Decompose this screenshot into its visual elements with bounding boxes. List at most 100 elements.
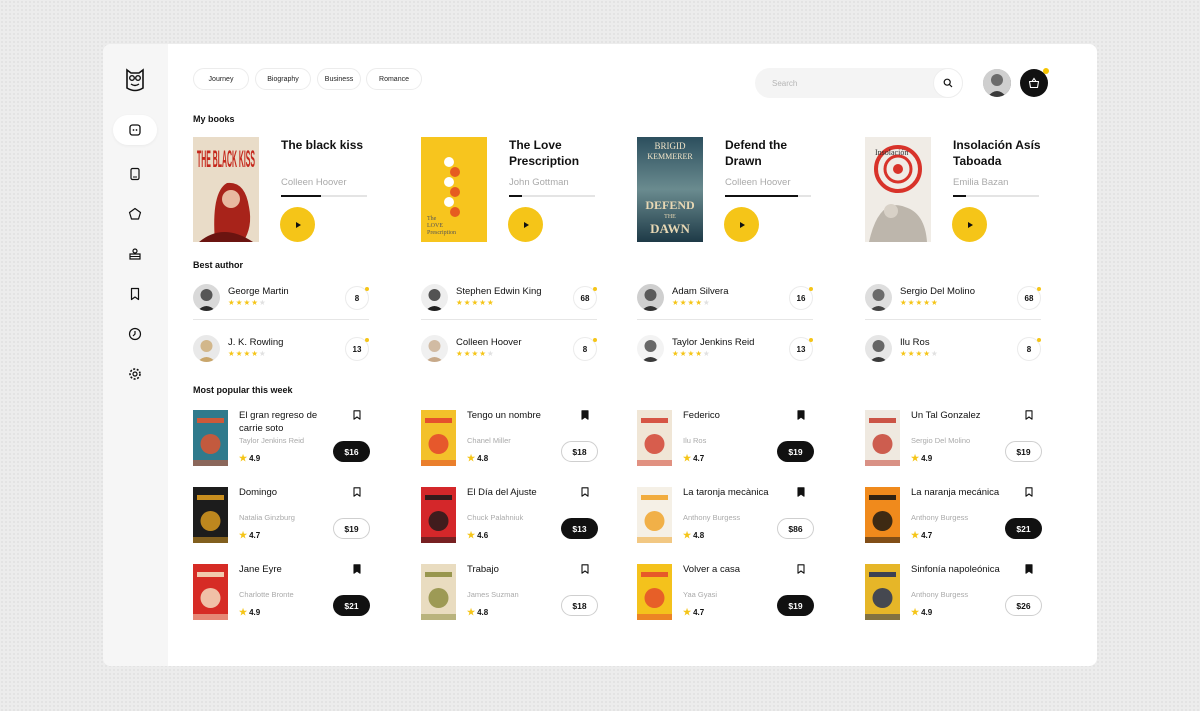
bookmark-icon[interactable] xyxy=(1025,410,1033,420)
clock-icon xyxy=(128,327,142,341)
author-book-count[interactable]: 8 xyxy=(1017,337,1041,361)
user-avatar[interactable] xyxy=(983,69,1011,97)
nav-bookmarks[interactable] xyxy=(113,279,157,309)
bookmark-icon[interactable] xyxy=(797,410,805,420)
author-name: Colleen Hoover xyxy=(456,337,522,348)
price-button[interactable]: $18 xyxy=(561,595,598,616)
author-name: Sergio Del Molino xyxy=(900,286,975,297)
popular-book-rating: ★ 4.8 xyxy=(683,530,704,541)
book-cover: Insolación xyxy=(865,137,931,242)
author-name: Ilu Ros xyxy=(900,337,930,348)
star-icon: ★ xyxy=(258,298,267,307)
bookmark-icon xyxy=(130,287,140,301)
popular-book-card[interactable]: Un Tal Gonzalez Sergio Del Molino ★ 4.9 $19 xyxy=(865,410,1042,470)
book-cover xyxy=(193,487,228,543)
popular-book-card[interactable]: Volver a casa Yaa Gyasi ★ 4.7 $19 xyxy=(637,564,814,624)
book-cover xyxy=(193,564,228,620)
book-title: Insolación Asís Taboada xyxy=(953,138,1041,168)
category-chip-journey[interactable]: Journey xyxy=(193,68,249,90)
author-row[interactable]: George Martin ★★★★★ 8 xyxy=(193,284,369,320)
author-rating-stars: ★★★★★ xyxy=(900,349,939,358)
play-button[interactable] xyxy=(508,207,543,242)
bookmark-icon[interactable] xyxy=(581,410,589,420)
price-button[interactable]: $13 xyxy=(561,518,598,539)
popular-book-rating-value: 4.7 xyxy=(693,608,705,617)
play-button[interactable] xyxy=(724,207,759,242)
author-row[interactable]: Sergio Del Molino ★★★★★ 68 xyxy=(865,284,1041,320)
price-button[interactable]: $19 xyxy=(777,595,814,616)
reading-progress xyxy=(725,195,811,197)
popular-book-card[interactable]: Jane Eyre Charlotte Bronte ★ 4.9 $21 xyxy=(193,564,370,624)
search-input[interactable] xyxy=(772,78,922,88)
author-name: George Martin xyxy=(228,286,289,297)
category-chip-romance[interactable]: Romance xyxy=(366,68,422,90)
price-button[interactable]: $19 xyxy=(333,518,370,539)
nav-library[interactable] xyxy=(113,159,157,189)
bookmark-icon[interactable] xyxy=(1025,487,1033,497)
price-button[interactable]: $18 xyxy=(561,441,598,462)
my-book-card[interactable]: The LOVE Prescription The Love Prescript… xyxy=(421,137,621,242)
popular-book-card[interactable]: Trabajo James Suzman ★ 4.8 $18 xyxy=(421,564,598,624)
author-row[interactable]: J. K. Rowling ★★★★★ 13 xyxy=(193,335,369,371)
author-book-count[interactable]: 68 xyxy=(1017,286,1041,310)
bookmark-icon[interactable] xyxy=(353,410,361,420)
star-icon: ★ xyxy=(239,530,248,540)
my-books-heading: My books xyxy=(193,114,235,124)
popular-book-card[interactable]: Domingo Natalia Ginzburg ★ 4.7 $19 xyxy=(193,487,370,547)
popular-book-card[interactable]: La naranja mecánica Anthony Burgess ★ 4.7 $2… xyxy=(865,487,1042,547)
my-book-card[interactable]: THE BLACK KISS The black kiss Colleen Ho… xyxy=(193,137,393,242)
search-button[interactable] xyxy=(933,68,963,98)
popular-book-title: Federico xyxy=(683,410,720,421)
price-button[interactable]: $21 xyxy=(1005,518,1042,539)
bookmark-icon[interactable] xyxy=(581,487,589,497)
nav-store[interactable] xyxy=(113,239,157,269)
author-book-count[interactable]: 13 xyxy=(789,337,813,361)
category-chip-business[interactable]: Business xyxy=(317,68,361,90)
popular-book-title: Trabajo xyxy=(467,564,499,575)
price-button[interactable]: $16 xyxy=(333,441,370,462)
play-button[interactable] xyxy=(280,207,315,242)
author-book-count[interactable]: 13 xyxy=(345,337,369,361)
popular-book-card[interactable]: Federico Ilu Ros ★ 4.7 $19 xyxy=(637,410,814,470)
nav-favorites[interactable] xyxy=(113,199,157,229)
popular-book-author: Anthony Burgess xyxy=(911,590,969,599)
author-row[interactable]: Taylor Jenkins Reid ★★★★★ 13 xyxy=(637,335,813,371)
category-chip-biography[interactable]: Biography xyxy=(255,68,311,90)
price-button[interactable]: $86 xyxy=(777,518,814,539)
popular-book-card[interactable]: El gran regreso de carrie soto Taylor Jen… xyxy=(193,410,370,470)
star-icon: ★ xyxy=(930,298,939,307)
author-row[interactable]: Adam Silvera ★★★★★ 16 xyxy=(637,284,813,320)
author-book-count[interactable]: 8 xyxy=(573,337,597,361)
cart-button[interactable] xyxy=(1020,68,1049,97)
reading-progress xyxy=(509,195,595,197)
author-avatar xyxy=(421,284,448,311)
bookmark-icon[interactable] xyxy=(581,564,589,574)
author-book-count[interactable]: 16 xyxy=(789,286,813,310)
author-book-count[interactable]: 68 xyxy=(573,286,597,310)
nav-dashboard[interactable] xyxy=(113,115,157,145)
price-button[interactable]: $19 xyxy=(777,441,814,462)
popular-book-card[interactable]: Sinfonía napoleónica Anthony Burgess ★ 4.9 $… xyxy=(865,564,1042,624)
author-row[interactable]: Ilu Ros ★★★★★ 8 xyxy=(865,335,1041,371)
bookmark-icon[interactable] xyxy=(353,564,361,574)
popular-book-card[interactable]: Tengo un nombre Chanel Miller ★ 4.8 $18 xyxy=(421,410,598,470)
author-row[interactable]: Stephen Edwin King ★★★★★ 68 xyxy=(421,284,597,320)
my-book-card[interactable]: BRIGID KEMMERER DEFEND THE DAWN Defend t… xyxy=(637,137,837,242)
price-button[interactable]: $26 xyxy=(1005,595,1042,616)
author-book-count[interactable]: 8 xyxy=(345,286,369,310)
bookmark-icon[interactable] xyxy=(353,487,361,497)
bookmark-icon[interactable] xyxy=(797,487,805,497)
popular-book-card[interactable]: La taronja mecànica Anthony Burgess ★ 4.8 $8… xyxy=(637,487,814,547)
nav-settings[interactable] xyxy=(113,359,157,389)
price-button[interactable]: $21 xyxy=(333,595,370,616)
price-button[interactable]: $19 xyxy=(1005,441,1042,462)
nav-history[interactable] xyxy=(113,319,157,349)
bookmark-icon[interactable] xyxy=(1025,564,1033,574)
author-row[interactable]: Colleen Hoover ★★★★★ 8 xyxy=(421,335,597,371)
best-author-heading: Best author xyxy=(193,260,244,270)
bookmark-icon[interactable] xyxy=(797,564,805,574)
play-button[interactable] xyxy=(952,207,987,242)
popular-book-card[interactable]: El Día del Ajuste Chuck Palahniuk ★ 4.6 $13 xyxy=(421,487,598,547)
my-book-card[interactable]: Insolación Insolación Asís Taboada Emili… xyxy=(865,137,1065,242)
author-avatar xyxy=(865,335,892,362)
